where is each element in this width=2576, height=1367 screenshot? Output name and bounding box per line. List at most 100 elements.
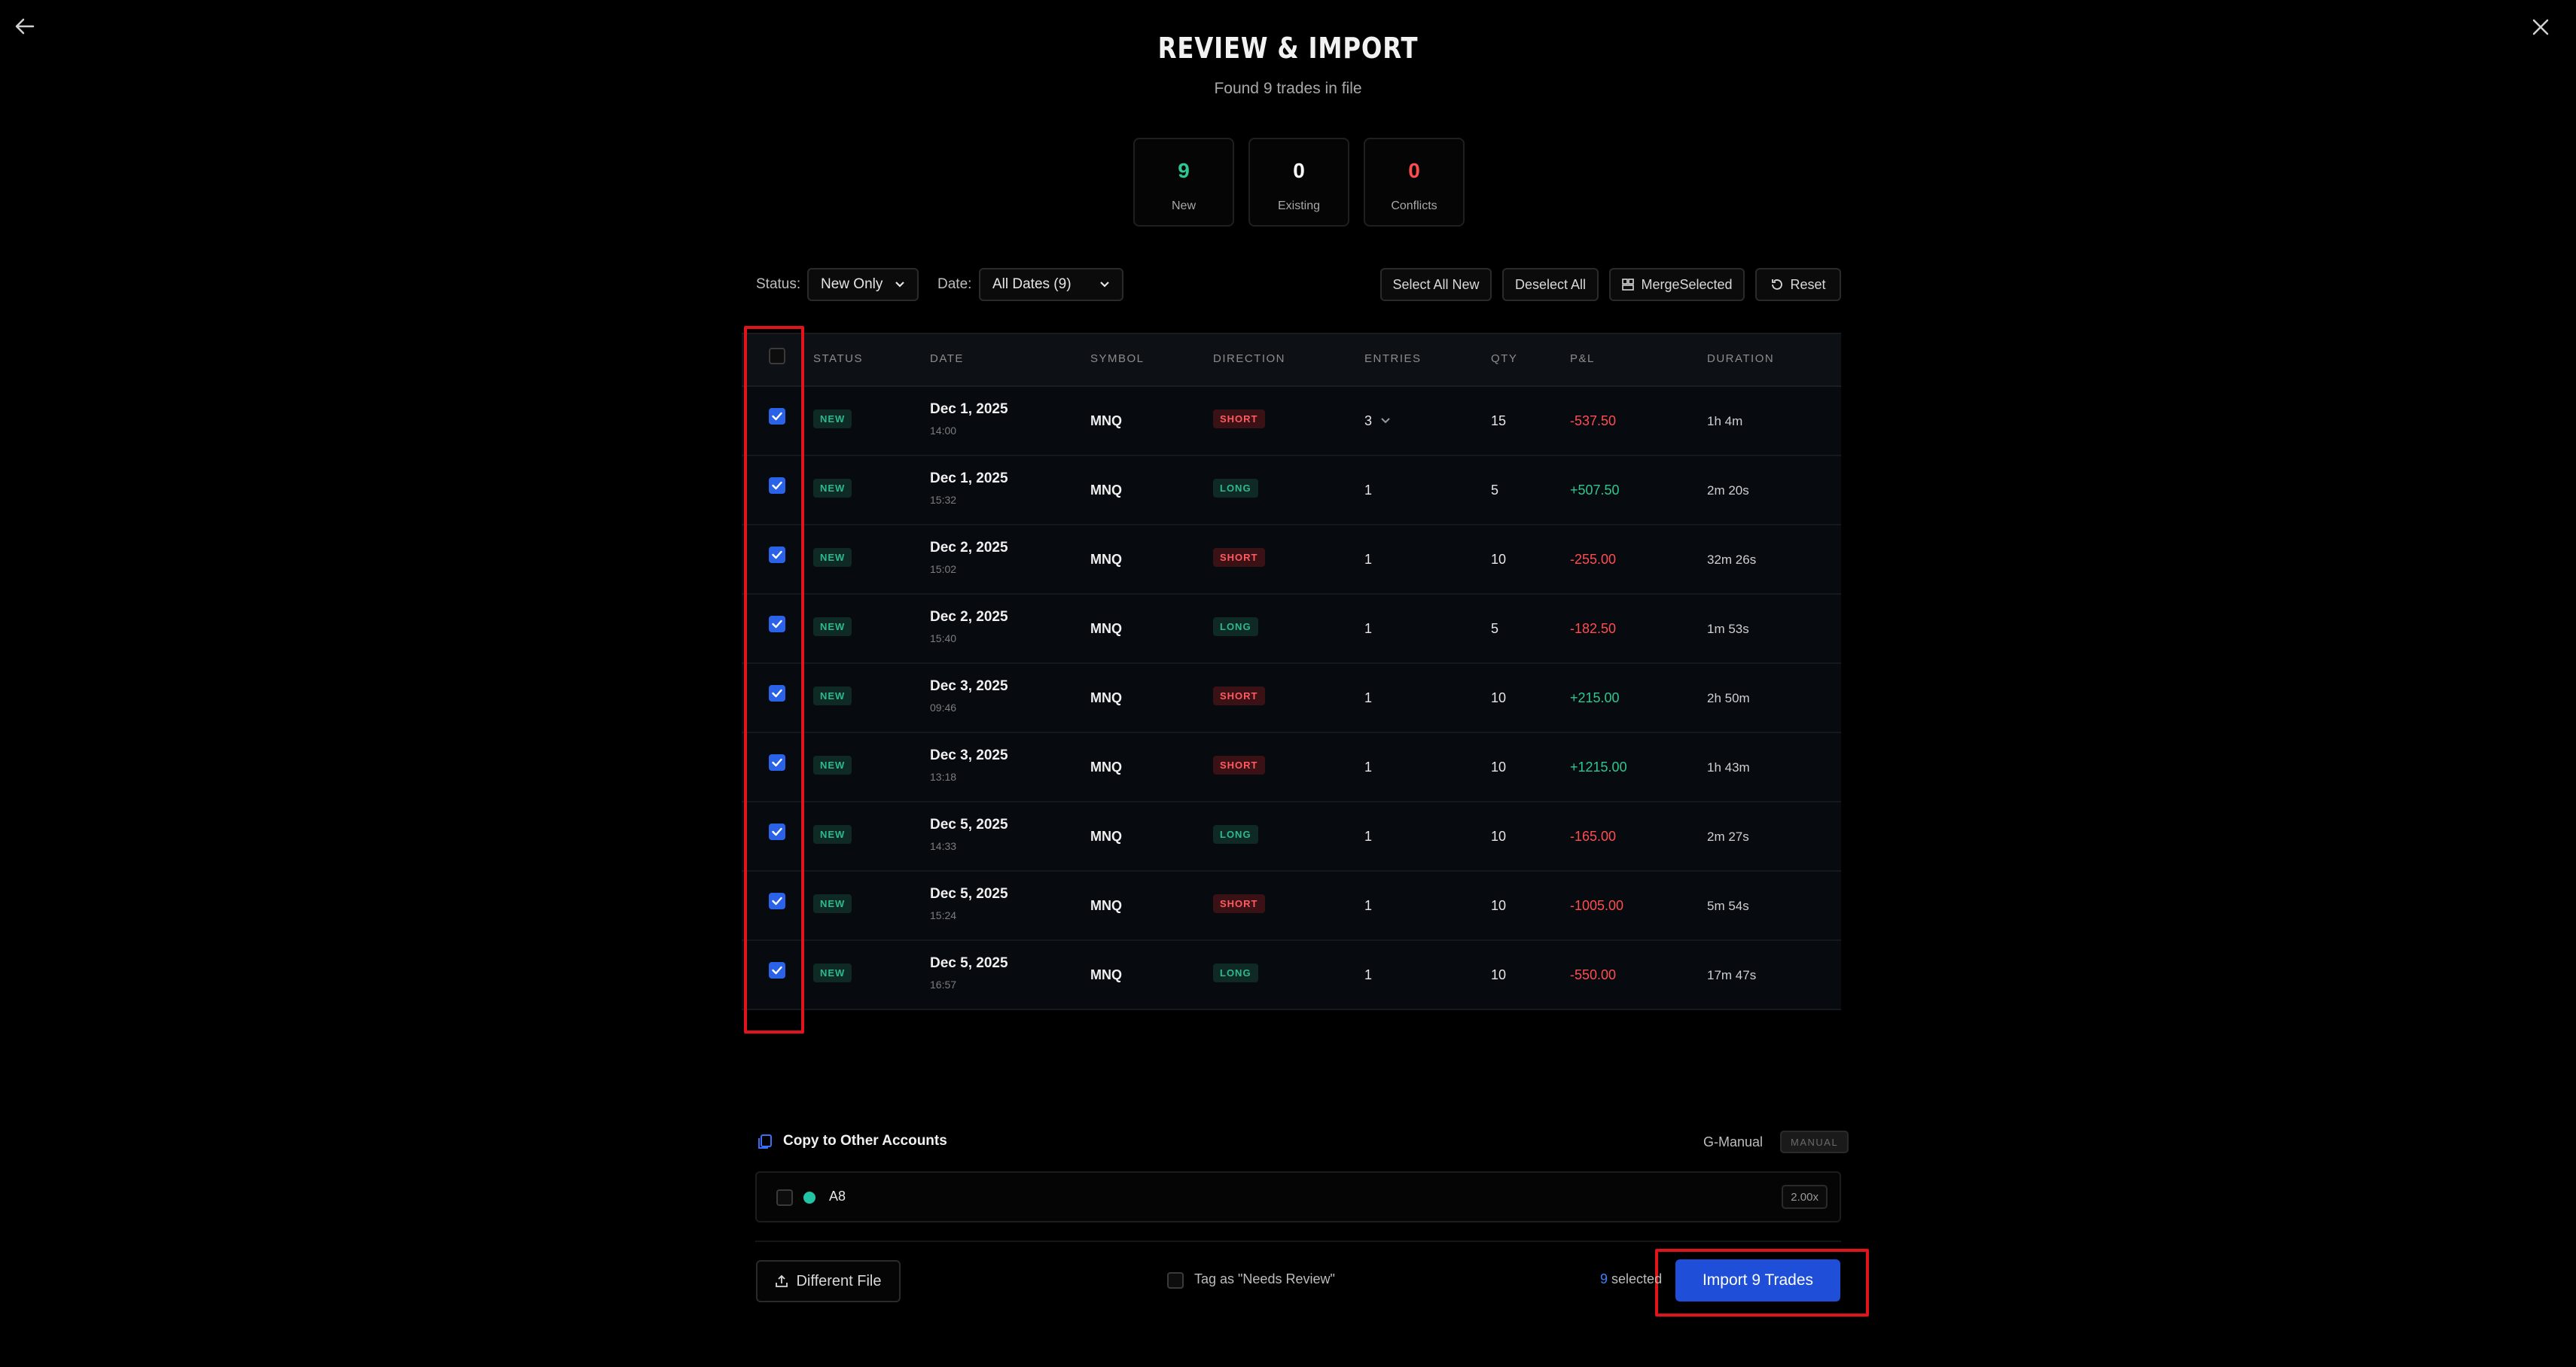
- status-badge: NEW: [813, 548, 852, 567]
- source-account-name: G-Manual: [1703, 1134, 1764, 1149]
- trade-date: Dec 5, 2025: [930, 817, 1008, 833]
- status-badge: NEW: [813, 409, 852, 428]
- trade-qty: 5: [1491, 621, 1499, 636]
- trade-date: Dec 1, 2025: [930, 401, 1008, 417]
- stat-existing-label: Existing: [1277, 199, 1321, 212]
- trade-symbol: MNQ: [1090, 621, 1122, 636]
- selected-count: 9 selected: [1600, 1271, 1662, 1287]
- footer-divider: [755, 1241, 1841, 1242]
- chevron-down-icon: [1100, 282, 1109, 288]
- trade-duration: 1h 4m: [1707, 414, 1743, 428]
- trade-pnl: +507.50: [1570, 483, 1620, 498]
- col-symbol: SYMBOL: [1090, 352, 1145, 365]
- col-entries: ENTRIES: [1364, 352, 1422, 365]
- trade-time: 14:00: [930, 425, 957, 437]
- table-row[interactable]: NEW Dec 3, 2025 13:18 MNQ SHORT 1 10 +1215.00 1h…: [742, 733, 1841, 802]
- table-row[interactable]: NEW Dec 1, 2025 15:32 MNQ LONG 1 5 +507.50 2m 20…: [742, 456, 1841, 525]
- trade-qty: 10: [1491, 760, 1507, 775]
- select-all-new-button[interactable]: Select All New: [1380, 268, 1492, 301]
- trade-date: Dec 2, 2025: [930, 540, 1008, 556]
- table-row[interactable]: NEW Dec 5, 2025 15:24 MNQ SHORT 1 10 -1005.00 5m…: [742, 872, 1841, 941]
- trade-qty: 10: [1491, 898, 1507, 913]
- trade-pnl: -165.00: [1570, 829, 1617, 844]
- copy-section-title: Copy to Other Accounts: [783, 1133, 947, 1149]
- deselect-all-button[interactable]: Deselect All: [1502, 268, 1599, 301]
- needs-review-label[interactable]: Tag as "Needs Review": [1194, 1271, 1335, 1287]
- trade-qty: 10: [1491, 552, 1507, 567]
- account-name: A8: [829, 1189, 846, 1204]
- stat-existing-value: 0: [1293, 159, 1305, 182]
- trade-qty: 10: [1491, 967, 1507, 982]
- direction-badge: SHORT: [1213, 548, 1265, 567]
- back-button[interactable]: [14, 15, 44, 45]
- trade-entries[interactable]: 3: [1364, 413, 1372, 429]
- trade-entries: 1: [1364, 483, 1373, 498]
- needs-review-checkbox[interactable]: [1167, 1272, 1184, 1289]
- trade-time: 14:33: [930, 840, 957, 852]
- refresh-icon: [1772, 279, 1783, 290]
- trade-qty: 10: [1491, 690, 1507, 705]
- trade-date: Dec 3, 2025: [930, 747, 1008, 763]
- import-trades-button[interactable]: Import 9 Trades: [1675, 1259, 1840, 1302]
- stat-card-existing: 0 Existing: [1248, 138, 1349, 227]
- trade-pnl: -537.50: [1570, 413, 1617, 428]
- chevron-down-icon: [895, 282, 904, 288]
- merge-selected-button[interactable]: MergeSelected: [1609, 268, 1745, 301]
- status-badge: NEW: [813, 617, 852, 636]
- trade-duration: 2m 27s: [1707, 830, 1749, 844]
- trade-pnl: +1215.00: [1570, 760, 1627, 775]
- table-row[interactable]: NEW Dec 1, 2025 14:00 MNQ SHORT 3 15 -537.50 1h …: [742, 387, 1841, 456]
- trade-entries: 1: [1364, 967, 1373, 982]
- selected-count-suffix: selected: [1611, 1271, 1663, 1286]
- chevron-down-icon[interactable]: [1380, 415, 1391, 428]
- table-row[interactable]: NEW Dec 5, 2025 16:57 MNQ LONG 1 10 -550.00 17m …: [742, 941, 1841, 1010]
- trade-date: Dec 5, 2025: [930, 955, 1008, 971]
- trade-entries: 1: [1364, 760, 1373, 775]
- direction-badge: SHORT: [1213, 409, 1265, 428]
- status-filter-label: Status:: [756, 276, 801, 292]
- close-button[interactable]: [2532, 18, 2562, 48]
- date-filter-value: All Dates (9): [992, 276, 1072, 292]
- trade-entries: 1: [1364, 690, 1373, 705]
- reset-label: Reset: [1790, 276, 1826, 292]
- trade-pnl: -255.00: [1570, 552, 1617, 567]
- trade-duration: 32m 26s: [1707, 553, 1757, 567]
- different-file-label: Different File: [796, 1272, 882, 1289]
- date-filter-select[interactable]: All Dates (9): [979, 268, 1123, 301]
- account-checkbox[interactable]: [776, 1189, 793, 1206]
- trade-duration: 5m 54s: [1707, 899, 1749, 913]
- stat-conflicts-label: Conflicts: [1391, 199, 1437, 212]
- trade-qty: 15: [1491, 413, 1507, 428]
- stat-card-conflicts: 0 Conflicts: [1364, 138, 1465, 227]
- trade-date: Dec 2, 2025: [930, 609, 1008, 625]
- different-file-button[interactable]: Different File: [756, 1260, 901, 1302]
- trade-entries: 1: [1364, 621, 1373, 636]
- trade-pnl: -182.50: [1570, 621, 1617, 636]
- trade-time: 15:24: [930, 909, 957, 921]
- table-row[interactable]: NEW Dec 3, 2025 09:46 MNQ SHORT 1 10 +215.00 2h …: [742, 664, 1841, 733]
- account-multiplier[interactable]: 2.00x: [1782, 1185, 1828, 1209]
- direction-badge: LONG: [1213, 964, 1258, 982]
- trade-symbol: MNQ: [1090, 760, 1122, 775]
- page-title: REVIEW & IMPORT: [1157, 32, 1419, 65]
- table-row[interactable]: NEW Dec 2, 2025 15:02 MNQ SHORT 1 10 -255.00 32m…: [742, 525, 1841, 595]
- selected-count-number: 9: [1600, 1271, 1608, 1286]
- reset-button[interactable]: Reset: [1755, 268, 1841, 301]
- account-row[interactable]: A8 2.00x: [755, 1171, 1841, 1222]
- col-status: STATUS: [813, 352, 863, 365]
- copy-icon: [757, 1134, 773, 1150]
- direction-badge: LONG: [1213, 617, 1258, 636]
- table-row[interactable]: NEW Dec 5, 2025 14:33 MNQ LONG 1 10 -165.00 2m 2…: [742, 802, 1841, 872]
- trade-entries: 1: [1364, 829, 1373, 844]
- status-filter-select[interactable]: New Only: [807, 268, 919, 301]
- trade-time: 13:18: [930, 771, 957, 783]
- table-header: STATUS DATE SYMBOL DIRECTION ENTRIES QTY…: [742, 334, 1841, 387]
- col-pnl: P&L: [1570, 352, 1595, 365]
- trade-symbol: MNQ: [1090, 967, 1122, 982]
- direction-badge: SHORT: [1213, 894, 1265, 913]
- merge-selected-label: MergeSelected: [1641, 276, 1733, 292]
- direction-badge: LONG: [1213, 825, 1258, 844]
- stat-card-new: 9 New: [1133, 138, 1234, 227]
- table-row[interactable]: NEW Dec 2, 2025 15:40 MNQ LONG 1 5 -182.50 1m 53…: [742, 595, 1841, 664]
- status-badge: NEW: [813, 687, 852, 705]
